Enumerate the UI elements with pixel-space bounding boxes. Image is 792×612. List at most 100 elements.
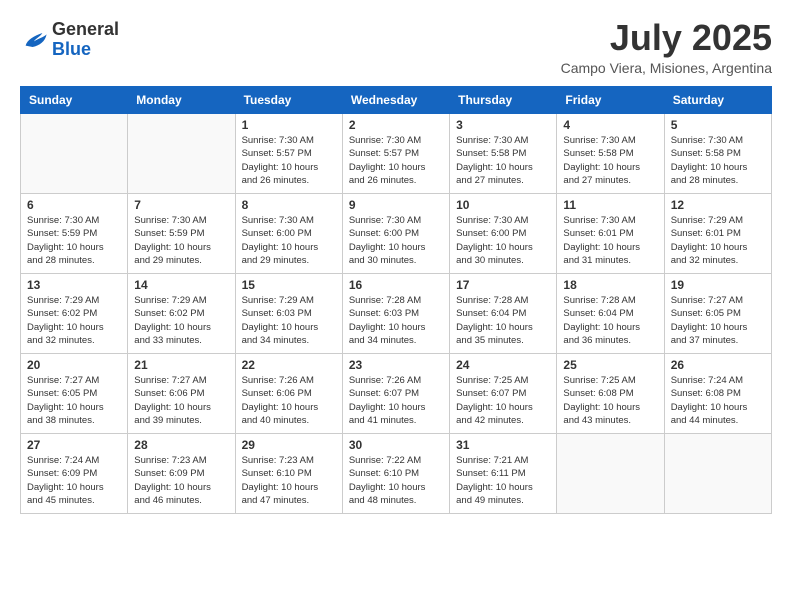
day-number: 15 <box>242 278 336 292</box>
day-info: Sunrise: 7:27 AM Sunset: 6:05 PM Dayligh… <box>671 294 765 347</box>
day-info: Sunrise: 7:29 AM Sunset: 6:02 PM Dayligh… <box>134 294 228 347</box>
day-cell: 15Sunrise: 7:29 AM Sunset: 6:03 PM Dayli… <box>235 274 342 354</box>
day-info: Sunrise: 7:25 AM Sunset: 6:08 PM Dayligh… <box>563 374 657 427</box>
day-cell: 19 Sunrise: 7:27 AM Sunset: 6:05 PM Dayli… <box>664 274 771 354</box>
day-info: Sunrise: 7:30 AM Sunset: 5:57 PM Dayligh… <box>242 134 336 187</box>
week-row-5: 27 Sunrise: 7:24 AM Sunset: 6:09 PM Dayli… <box>21 434 772 514</box>
logo-text: General Blue <box>52 20 119 60</box>
day-number: 7 <box>134 198 228 212</box>
logo: General Blue <box>20 20 119 60</box>
day-info: Sunrise: 7:30 AM Sunset: 6:00 PM Dayligh… <box>242 214 336 267</box>
month-year-title: July 2025 <box>561 20 772 56</box>
day-info: Sunrise: 7:27 AM Sunset: 6:06 PM Dayligh… <box>134 374 228 427</box>
day-number: 29 <box>242 438 336 452</box>
day-number: 13 <box>27 278 121 292</box>
day-info: Sunrise: 7:30 AM Sunset: 6:00 PM Dayligh… <box>456 214 550 267</box>
day-cell <box>557 434 664 514</box>
day-info: Sunrise: 7:28 AM Sunset: 6:04 PM Dayligh… <box>456 294 550 347</box>
day-cell: 22Sunrise: 7:26 AM Sunset: 6:06 PM Dayli… <box>235 354 342 434</box>
day-number: 9 <box>349 198 443 212</box>
day-number: 26 <box>671 358 765 372</box>
location-subtitle: Campo Viera, Misiones, Argentina <box>561 60 772 76</box>
day-number: 16 <box>349 278 443 292</box>
day-info: Sunrise: 7:26 AM Sunset: 6:07 PM Dayligh… <box>349 374 443 427</box>
day-cell: 27 Sunrise: 7:24 AM Sunset: 6:09 PM Dayli… <box>21 434 128 514</box>
day-cell: 20 Sunrise: 7:27 AM Sunset: 6:05 PM Dayli… <box>21 354 128 434</box>
day-cell: 4Sunrise: 7:30 AM Sunset: 5:58 PM Daylig… <box>557 114 664 194</box>
day-cell: 29 Sunrise: 7:23 AM Sunset: 6:10 PM Dayli… <box>235 434 342 514</box>
day-number: 17 <box>456 278 550 292</box>
day-cell <box>21 114 128 194</box>
page-header: General Blue July 2025 Campo Viera, Misi… <box>20 20 772 76</box>
day-number: 20 <box>27 358 121 372</box>
day-info: Sunrise: 7:28 AM Sunset: 6:04 PM Dayligh… <box>563 294 657 347</box>
logo-general: General <box>52 19 119 39</box>
day-number: 5 <box>671 118 765 132</box>
day-cell: 6Sunrise: 7:30 AM Sunset: 5:59 PM Daylig… <box>21 194 128 274</box>
day-cell: 21 Sunrise: 7:27 AM Sunset: 6:06 PM Dayli… <box>128 354 235 434</box>
day-info: Sunrise: 7:29 AM Sunset: 6:01 PM Dayligh… <box>671 214 765 267</box>
calendar-table: Sunday Monday Tuesday Wednesday Thursday… <box>20 86 772 514</box>
day-info: Sunrise: 7:27 AM Sunset: 6:05 PM Dayligh… <box>27 374 121 427</box>
week-row-1: 1 Sunrise: 7:30 AM Sunset: 5:57 PM Daylig… <box>21 114 772 194</box>
day-cell: 5Sunrise: 7:30 AM Sunset: 5:58 PM Daylig… <box>664 114 771 194</box>
week-row-2: 6 Sunrise: 7:30 AM Sunset: 5:59 PM Daylig… <box>21 194 772 274</box>
day-cell: 24 Sunrise: 7:25 AM Sunset: 6:07 PM Dayli… <box>450 354 557 434</box>
day-info: Sunrise: 7:30 AM Sunset: 5:58 PM Dayligh… <box>563 134 657 187</box>
day-cell <box>664 434 771 514</box>
header-friday: Friday <box>557 87 664 114</box>
day-cell: 30 Sunrise: 7:22 AM Sunset: 6:10 PM Dayli… <box>342 434 449 514</box>
header-saturday: Saturday <box>664 87 771 114</box>
weekday-header-row: Sunday Monday Tuesday Wednesday Thursday… <box>21 87 772 114</box>
day-cell: 17 Sunrise: 7:28 AM Sunset: 6:04 PM Dayli… <box>450 274 557 354</box>
day-info: Sunrise: 7:21 AM Sunset: 6:11 PM Dayligh… <box>456 454 550 507</box>
day-info: Sunrise: 7:22 AM Sunset: 6:10 PM Dayligh… <box>349 454 443 507</box>
day-cell: 3Sunrise: 7:30 AM Sunset: 5:58 PM Daylig… <box>450 114 557 194</box>
day-cell: 2 Sunrise: 7:30 AM Sunset: 5:57 PM Daylig… <box>342 114 449 194</box>
day-info: Sunrise: 7:23 AM Sunset: 6:09 PM Dayligh… <box>134 454 228 507</box>
day-info: Sunrise: 7:30 AM Sunset: 5:59 PM Dayligh… <box>134 214 228 267</box>
day-number: 25 <box>563 358 657 372</box>
day-number: 30 <box>349 438 443 452</box>
day-info: Sunrise: 7:23 AM Sunset: 6:10 PM Dayligh… <box>242 454 336 507</box>
day-number: 23 <box>349 358 443 372</box>
day-number: 27 <box>27 438 121 452</box>
day-info: Sunrise: 7:29 AM Sunset: 6:02 PM Dayligh… <box>27 294 121 347</box>
day-info: Sunrise: 7:26 AM Sunset: 6:06 PM Dayligh… <box>242 374 336 427</box>
day-info: Sunrise: 7:28 AM Sunset: 6:03 PM Dayligh… <box>349 294 443 347</box>
day-cell: 28 Sunrise: 7:23 AM Sunset: 6:09 PM Dayli… <box>128 434 235 514</box>
day-cell <box>128 114 235 194</box>
day-info: Sunrise: 7:30 AM Sunset: 6:01 PM Dayligh… <box>563 214 657 267</box>
day-number: 31 <box>456 438 550 452</box>
day-number: 3 <box>456 118 550 132</box>
week-row-3: 13 Sunrise: 7:29 AM Sunset: 6:02 PM Dayli… <box>21 274 772 354</box>
day-number: 28 <box>134 438 228 452</box>
day-number: 24 <box>456 358 550 372</box>
day-number: 14 <box>134 278 228 292</box>
day-cell: 14 Sunrise: 7:29 AM Sunset: 6:02 PM Dayli… <box>128 274 235 354</box>
logo-blue: Blue <box>52 39 91 59</box>
day-cell: 8Sunrise: 7:30 AM Sunset: 6:00 PM Daylig… <box>235 194 342 274</box>
day-info: Sunrise: 7:25 AM Sunset: 6:07 PM Dayligh… <box>456 374 550 427</box>
day-cell: 11Sunrise: 7:30 AM Sunset: 6:01 PM Dayli… <box>557 194 664 274</box>
day-number: 21 <box>134 358 228 372</box>
day-info: Sunrise: 7:30 AM Sunset: 6:00 PM Dayligh… <box>349 214 443 267</box>
day-info: Sunrise: 7:30 AM Sunset: 5:57 PM Dayligh… <box>349 134 443 187</box>
day-number: 6 <box>27 198 121 212</box>
day-cell: 13 Sunrise: 7:29 AM Sunset: 6:02 PM Dayli… <box>21 274 128 354</box>
day-cell: 16 Sunrise: 7:28 AM Sunset: 6:03 PM Dayli… <box>342 274 449 354</box>
header-wednesday: Wednesday <box>342 87 449 114</box>
header-sunday: Sunday <box>21 87 128 114</box>
week-row-4: 20 Sunrise: 7:27 AM Sunset: 6:05 PM Dayli… <box>21 354 772 434</box>
day-cell: 1 Sunrise: 7:30 AM Sunset: 5:57 PM Daylig… <box>235 114 342 194</box>
day-number: 10 <box>456 198 550 212</box>
day-info: Sunrise: 7:24 AM Sunset: 6:09 PM Dayligh… <box>27 454 121 507</box>
day-number: 19 <box>671 278 765 292</box>
day-cell: 18Sunrise: 7:28 AM Sunset: 6:04 PM Dayli… <box>557 274 664 354</box>
day-number: 2 <box>349 118 443 132</box>
day-info: Sunrise: 7:24 AM Sunset: 6:08 PM Dayligh… <box>671 374 765 427</box>
day-cell: 26 Sunrise: 7:24 AM Sunset: 6:08 PM Dayli… <box>664 354 771 434</box>
day-number: 1 <box>242 118 336 132</box>
day-cell: 9 Sunrise: 7:30 AM Sunset: 6:00 PM Daylig… <box>342 194 449 274</box>
logo-icon <box>20 26 48 54</box>
